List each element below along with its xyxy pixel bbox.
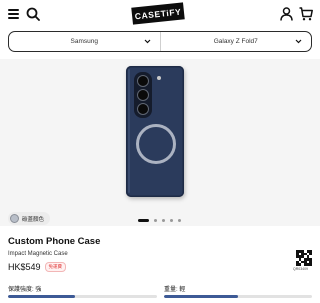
chevron-down-icon bbox=[144, 39, 150, 44]
magsafe-ring bbox=[136, 124, 176, 164]
carousel-indicator bbox=[138, 218, 181, 222]
model-dropdown[interactable]: Galaxy Z Fold7 bbox=[159, 32, 312, 51]
logo-text: CASETiFY bbox=[134, 6, 182, 21]
weight-rating-bar bbox=[164, 295, 312, 298]
camera-flash bbox=[157, 76, 161, 80]
carousel-dot[interactable] bbox=[162, 218, 165, 222]
color-option-chip[interactable]: 碳蓋顏色 bbox=[8, 212, 51, 225]
qr-code bbox=[296, 250, 312, 266]
weight-rating-fill bbox=[164, 295, 238, 298]
protection-rating-bar bbox=[8, 295, 157, 298]
menu-icon[interactable] bbox=[8, 9, 19, 19]
weight-rating-label: 重量: 輕 bbox=[164, 287, 186, 293]
price-row: HK$549 免運費 bbox=[8, 262, 67, 272]
carousel-dot[interactable] bbox=[138, 218, 149, 222]
free-shipping-badge: 免運費 bbox=[44, 262, 67, 272]
camera-lens bbox=[137, 75, 149, 87]
casetify-logo[interactable]: CASETiFY bbox=[131, 2, 185, 25]
protection-rating-fill bbox=[8, 295, 76, 298]
color-swatch bbox=[10, 214, 19, 223]
brand-dropdown-value: Samsung bbox=[70, 38, 98, 45]
search-icon[interactable] bbox=[26, 7, 40, 21]
carousel-dot[interactable] bbox=[154, 218, 157, 222]
product-subtitle: Impact Magnetic Case bbox=[8, 251, 68, 257]
chevron-down-icon bbox=[295, 39, 302, 44]
protection-rating-label: 保護強度: 強 bbox=[8, 287, 42, 293]
camera-lens bbox=[137, 89, 149, 101]
color-option-label: 碳蓋顏色 bbox=[22, 216, 45, 223]
carousel-dot[interactable] bbox=[178, 218, 181, 222]
device-selector: Samsung Galaxy Z Fold7 bbox=[8, 31, 312, 52]
user-icon[interactable] bbox=[280, 7, 293, 21]
model-dropdown-value: Galaxy Z Fold7 bbox=[213, 38, 258, 45]
carousel-dot[interactable] bbox=[170, 218, 173, 222]
product-price: HK$549 bbox=[8, 262, 41, 272]
product-title: Custom Phone Case bbox=[8, 236, 101, 247]
brand-dropdown[interactable]: Samsung bbox=[9, 32, 160, 51]
cart-icon[interactable] bbox=[299, 7, 313, 21]
camera-module bbox=[134, 72, 152, 118]
qr-code-label: QR03409 bbox=[293, 267, 308, 271]
camera-lens bbox=[137, 103, 149, 115]
top-bar: CASETiFY bbox=[0, 0, 320, 30]
